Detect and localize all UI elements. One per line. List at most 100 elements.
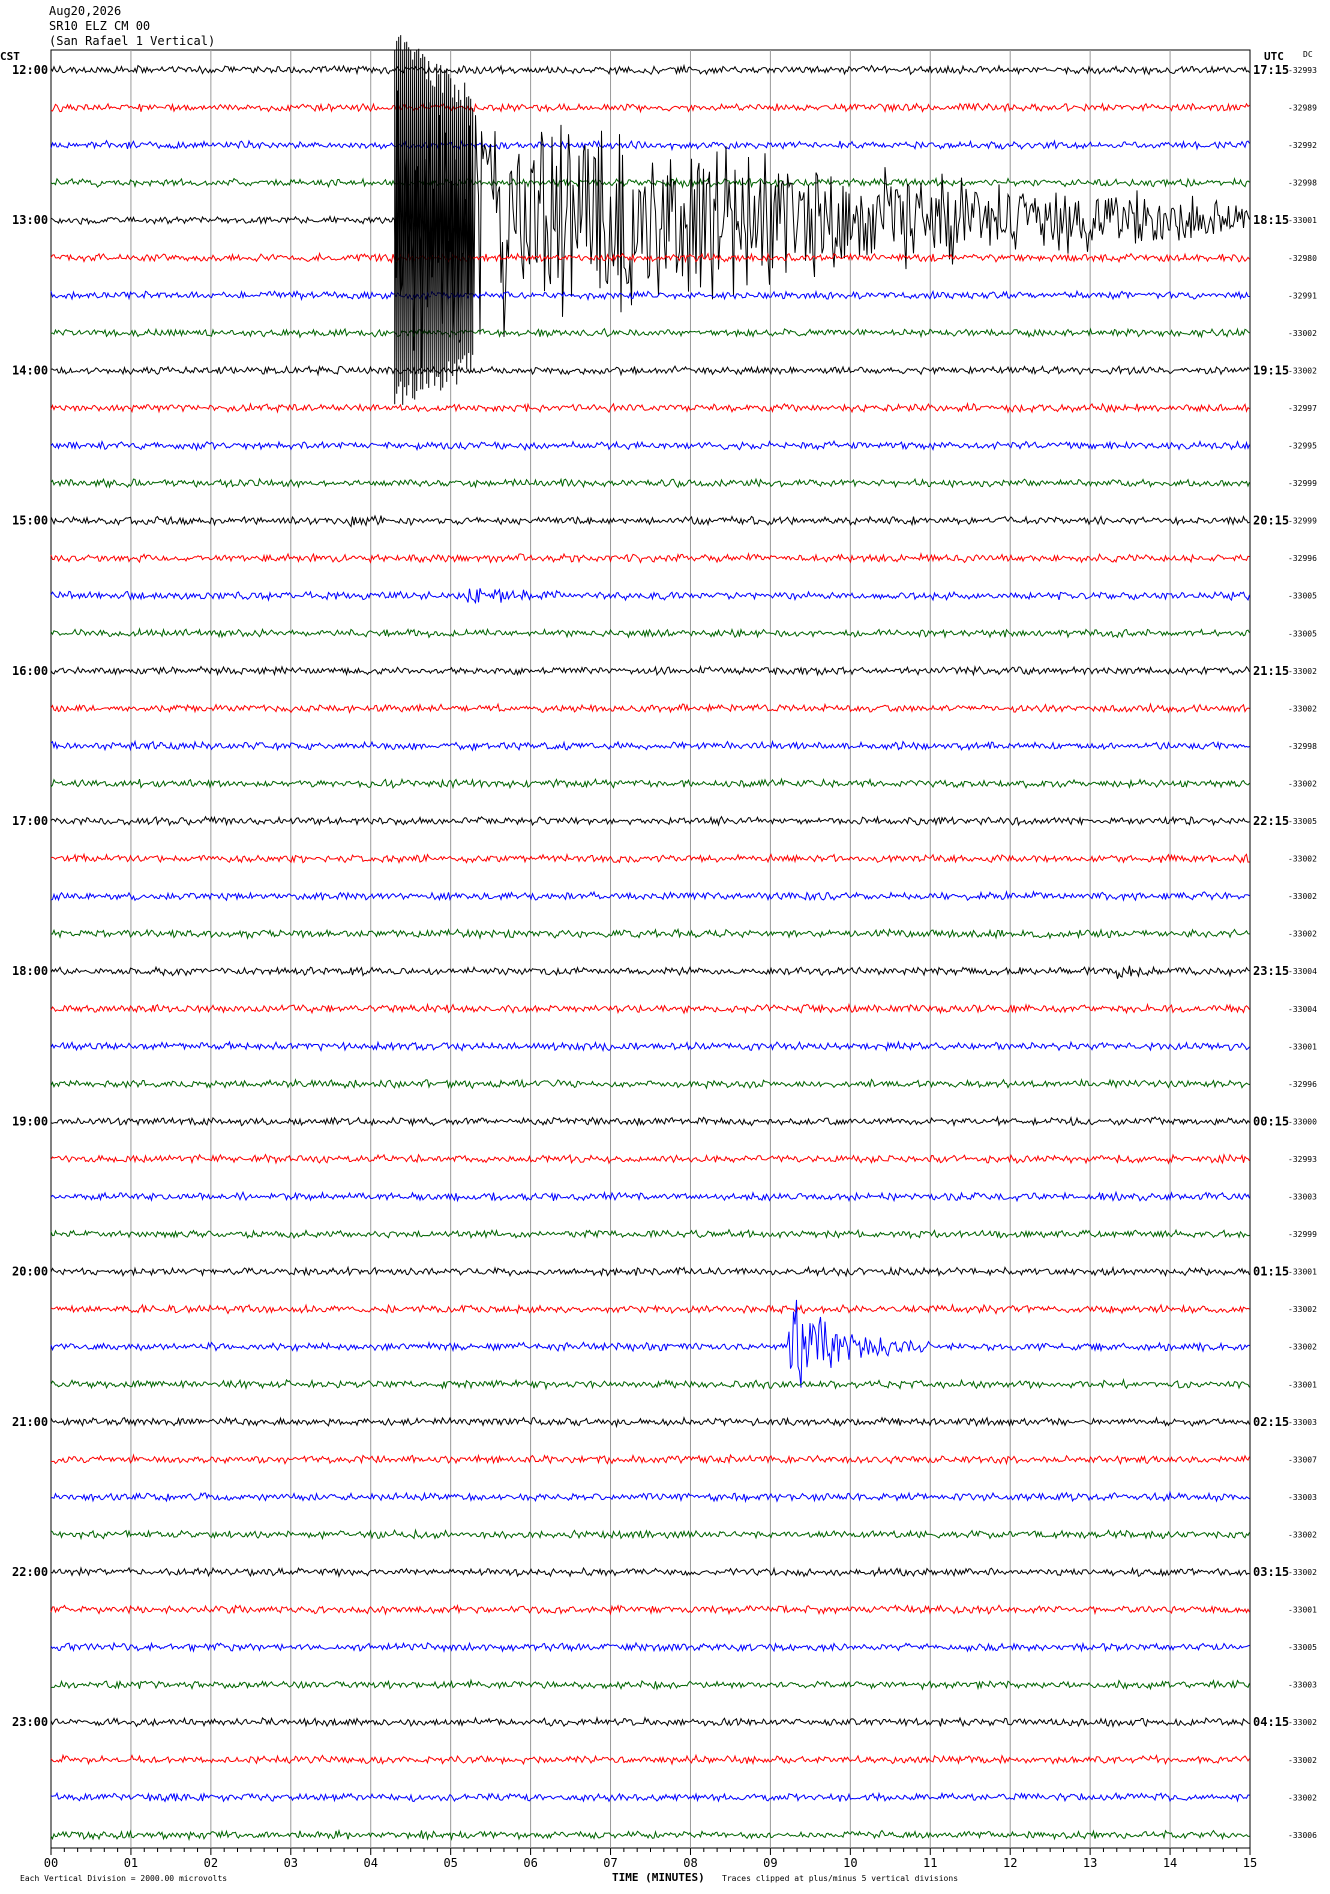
dc-offset-label: -32998 xyxy=(1288,179,1317,188)
x-tick-label: 13 xyxy=(1083,1856,1097,1870)
utc-hour-label: 04:15 xyxy=(1253,1715,1289,1729)
dc-offset-label: -32995 xyxy=(1288,442,1317,451)
seismic-trace xyxy=(50,1153,1250,1165)
x-tick-label: 01 xyxy=(124,1856,138,1870)
dc-offset-label: -33002 xyxy=(1288,930,1317,939)
x-tick-label: 10 xyxy=(843,1856,857,1870)
chart-grid xyxy=(50,49,1251,1855)
dc-offset-label: -32989 xyxy=(1288,104,1317,113)
utc-hour-label: 19:15 xyxy=(1253,363,1289,377)
seismic-trace xyxy=(50,1791,1250,1803)
cst-hour-label: 12:00 xyxy=(12,63,48,77)
utc-axis-label: UTC xyxy=(1264,50,1284,63)
dc-offset-label: -33002 xyxy=(1288,366,1317,375)
clipped-quake-signal xyxy=(394,35,474,405)
dc-offset-label: -32999 xyxy=(1288,1230,1317,1239)
seismic-trace xyxy=(50,1265,1250,1278)
dc-offset-label: -33001 xyxy=(1288,1380,1317,1389)
seismic-trace xyxy=(50,889,1250,902)
seismic-trace xyxy=(50,739,1250,752)
seismic-trace xyxy=(50,1040,1250,1053)
seismic-trace xyxy=(50,401,1250,414)
dc-offset-label: -33001 xyxy=(1288,1268,1317,1277)
seismic-trace xyxy=(50,1453,1250,1466)
seismic-traces xyxy=(50,35,1250,1842)
seismic-trace xyxy=(50,1490,1250,1504)
dc-offset-label: -33006 xyxy=(1288,1831,1317,1840)
dc-offset-label: -32999 xyxy=(1288,517,1317,526)
dc-offset-label: -33002 xyxy=(1288,1568,1317,1577)
dc-offset-label: -33003 xyxy=(1288,1418,1317,1427)
dc-offset-label: -32996 xyxy=(1288,1080,1317,1089)
x-tick-label: 15 xyxy=(1243,1856,1257,1870)
seismic-trace xyxy=(50,1228,1250,1240)
x-tick-label: 03 xyxy=(284,1856,298,1870)
dc-offset-label: -33004 xyxy=(1288,1005,1317,1014)
utc-hour-label: 21:15 xyxy=(1253,664,1289,678)
seismic-trace xyxy=(50,514,1250,528)
seismic-trace xyxy=(51,927,1250,940)
cst-hour-label: 21:00 xyxy=(12,1415,48,1429)
dc-offset-label: -33005 xyxy=(1288,1643,1317,1652)
dc-offset-label: -33004 xyxy=(1288,967,1317,976)
seismic-trace xyxy=(50,965,1250,979)
dc-offset-label: -33002 xyxy=(1288,704,1317,713)
helicorder-chart: 00 01 02 03 04 05 06 07 08 09 10 11 12 13 14 15 CST UTC DC… xyxy=(0,35,1317,1884)
x-tick-label: 00 xyxy=(44,1856,58,1870)
x-tick-label: 05 xyxy=(443,1856,457,1870)
x-tick-label: 02 xyxy=(204,1856,218,1870)
x-tick-label: 08 xyxy=(683,1856,697,1870)
dc-offset-label: -33002 xyxy=(1288,892,1317,901)
dc-offset-label: -32991 xyxy=(1288,291,1317,300)
seismic-trace xyxy=(50,852,1250,864)
x-tick-label: 14 xyxy=(1163,1856,1177,1870)
seismic-trace xyxy=(50,1528,1250,1541)
dc-offset-label: -33007 xyxy=(1288,1455,1317,1464)
seismic-trace xyxy=(50,1828,1250,1842)
seismic-trace xyxy=(50,664,1250,677)
seismic-trace xyxy=(50,439,1250,452)
seismic-trace xyxy=(50,477,1250,489)
dc-offset-label: -33005 xyxy=(1288,629,1317,638)
utc-hour-label: 22:15 xyxy=(1253,814,1289,828)
seismic-trace xyxy=(50,1077,1250,1090)
seismic-trace xyxy=(50,139,1250,152)
seismic-trace xyxy=(50,1115,1250,1128)
utc-hour-label: 20:15 xyxy=(1253,514,1289,528)
dc-offset-label: -32993 xyxy=(1288,66,1317,75)
seismic-trace xyxy=(50,364,1250,377)
seismic-trace xyxy=(50,777,1250,790)
seismic-trace xyxy=(50,1377,1250,1391)
dc-offset-label: -32998 xyxy=(1288,742,1317,751)
utc-hour-label: 03:15 xyxy=(1253,1565,1289,1579)
dc-offset-label: -33002 xyxy=(1288,1718,1317,1727)
seismic-trace xyxy=(50,1641,1250,1653)
cst-hour-label: 23:00 xyxy=(12,1715,48,1729)
dc-offset-label: -33002 xyxy=(1288,855,1317,864)
seismic-trace xyxy=(50,551,1250,564)
cst-hour-label: 16:00 xyxy=(12,664,48,678)
seismic-trace xyxy=(50,815,1250,827)
dc-offset-label: -33002 xyxy=(1288,329,1317,338)
dc-offset-label: -32993 xyxy=(1288,1155,1317,1164)
dc-offset-label: -33005 xyxy=(1288,592,1317,601)
footer-scale-note: Each Vertical Division = 2000.00 microvo… xyxy=(20,1874,227,1883)
x-tick-label: 12 xyxy=(1003,1856,1017,1870)
utc-hour-label: 17:15 xyxy=(1253,63,1289,77)
x-tick-label: 11 xyxy=(923,1856,937,1870)
dc-offset-label: -33000 xyxy=(1288,1117,1317,1126)
cst-hour-label: 13:00 xyxy=(12,213,48,227)
seismic-trace xyxy=(50,1416,1250,1429)
dc-offset-label: -33002 xyxy=(1288,1756,1317,1765)
seismic-trace xyxy=(50,90,1250,369)
dc-offset-label: -33001 xyxy=(1288,1042,1317,1051)
seismic-trace xyxy=(50,1190,1250,1203)
seismic-trace xyxy=(50,176,1250,189)
dc-offset-label: -32980 xyxy=(1288,254,1317,263)
seismic-trace xyxy=(50,63,1250,76)
seismic-trace xyxy=(50,1753,1250,1766)
utc-hour-label: 00:15 xyxy=(1253,1114,1289,1128)
cst-hour-label: 19:00 xyxy=(12,1114,48,1128)
seismic-trace xyxy=(50,1603,1250,1616)
dc-offset-label: -32996 xyxy=(1288,554,1317,563)
